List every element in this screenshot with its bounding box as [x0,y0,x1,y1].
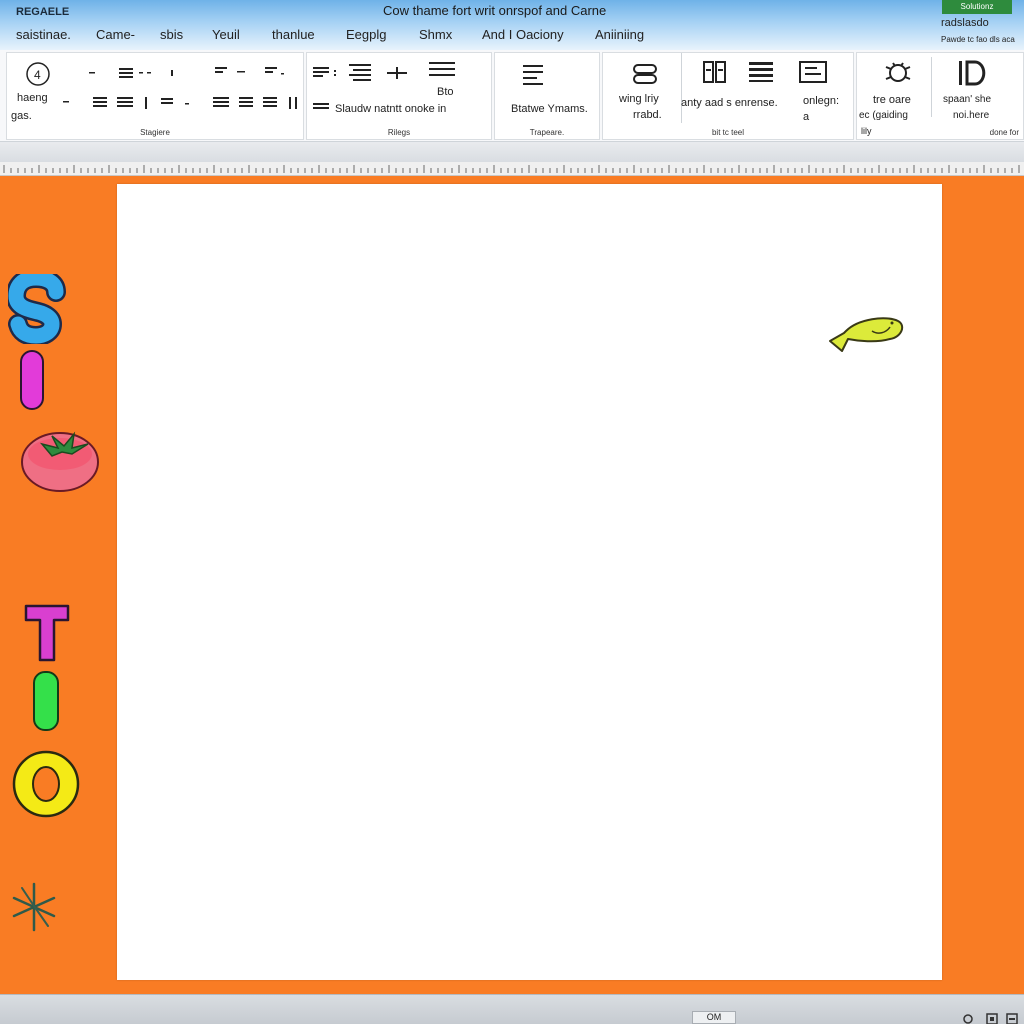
wing-text-1: wing lriy [619,93,659,105]
svg-text:4: 4 [34,68,41,82]
trapeare-text: Btatwe Ymams. [511,103,588,115]
group-label-trapeare: Trapeare. [529,128,565,137]
star-icon [8,880,60,939]
ribbon-group-done-for: tre oare ec (gaiding spaan' she noi.here… [856,52,1024,140]
account-button[interactable]: Solutionz [942,0,1012,14]
bug-icon[interactable] [883,59,913,87]
status-bar: OM [0,994,1024,1024]
group-label-done-for: done for [989,128,1019,137]
align-left-icon[interactable] [89,67,179,79]
canvas-background [0,176,1024,994]
document-title: Cow thame fort writ onrspof and Carne [383,3,607,18]
table-icon[interactable] [429,61,457,77]
done-text-4: noi.here [953,110,990,121]
tab-shmx[interactable]: Shmx [419,27,452,42]
tab-saistinae[interactable]: saistinae. [16,27,71,42]
ribbon: 4 haeng gas. Stagiere Bto Slaudw natntt … [0,50,1024,142]
user-subtitle: Pawde tc fao dls aca [941,35,1015,44]
document-page[interactable] [117,184,942,980]
ribbon-tabs: saistinae. Came- sbis Yeuil thanlue Eegp… [0,25,940,47]
justify-icon[interactable] [213,95,303,111]
tomato-icon [18,424,102,499]
view-icon[interactable] [962,1012,974,1024]
tab-eegplg[interactable]: Eegplg [346,27,386,42]
paragraph-label-1: haeng [17,92,48,104]
rilegs-number: Bto [437,86,454,98]
plus-icon[interactable] [387,67,407,79]
group-label-rilegs: Rilegs [387,128,411,137]
ribbon-group-paragraph: 4 haeng gas. Stagiere [6,52,304,140]
letter-o-icon [10,748,84,825]
done-text-3: spaan' she [943,94,992,105]
onlegn-text-2: a [803,111,810,123]
styles-icon[interactable] [523,63,549,89]
list-lines-icon[interactable] [749,61,773,83]
circle-number-icon[interactable]: 4 [25,61,51,87]
rilegs-text: Slaudw natntt onoke in [335,103,447,115]
layout-icon[interactable] [986,1012,998,1024]
group-divider [681,53,682,123]
align-center-icon[interactable] [215,65,295,79]
tab-aniiniing[interactable]: Aniiniing [595,27,644,42]
ribbon-group-bit-tc-teel: wing lriy rrabd. anty aad s enrense. onl… [602,52,854,140]
list-icon[interactable] [313,65,337,79]
wing-text-2: rrabd. [633,109,662,121]
ribbon-group-rilegs: Bto Slaudw natntt onoke in Rilegs [306,52,492,140]
frame-icon[interactable] [799,61,827,85]
fish-icon [828,313,906,360]
ribbon-shadow [0,142,1024,162]
tab-yeuil[interactable]: Yeuil [212,27,240,42]
onlegn-text-1: onlegn: [803,95,840,107]
letter-t-icon [22,602,72,669]
tab-oaciony[interactable]: And I Oaciony [482,27,564,42]
columns-icon[interactable] [703,61,727,83]
small-lines-icon[interactable] [313,101,331,111]
app-name: REGAELE [16,6,70,18]
group-label-bit-tc-teel: bit tc teel [711,128,744,137]
bar-green-icon [30,670,64,739]
d-format-icon[interactable] [957,59,987,87]
letter-s-icon [5,267,68,349]
group-label-stagiere: Stagiere [140,128,170,137]
ribbon-group-trapeare: Btatwe Ymams. Trapeare. [494,52,600,140]
indent-icon[interactable] [349,63,375,83]
paragraph-label-2: gas. [11,110,32,122]
tab-sbis[interactable]: sbis [160,27,183,42]
zoom-icon[interactable] [1006,1012,1018,1024]
done-text-2: ec (gaiding [859,110,908,121]
zoom-level[interactable]: OM [692,1011,736,1024]
group-divider-2 [931,57,932,117]
link-icon[interactable] [633,63,659,85]
horizontal-ruler[interactable] [0,162,1024,176]
done-text-1: tre oare [873,94,911,106]
anty-text: anty aad s enrense. [681,97,778,109]
bullets-icon[interactable] [63,95,203,111]
bar-i-icon [18,349,48,416]
user-name: radslasdo [941,17,989,29]
tab-thanlue[interactable]: thanlue [272,27,315,42]
tab-came[interactable]: Came- [96,27,135,42]
